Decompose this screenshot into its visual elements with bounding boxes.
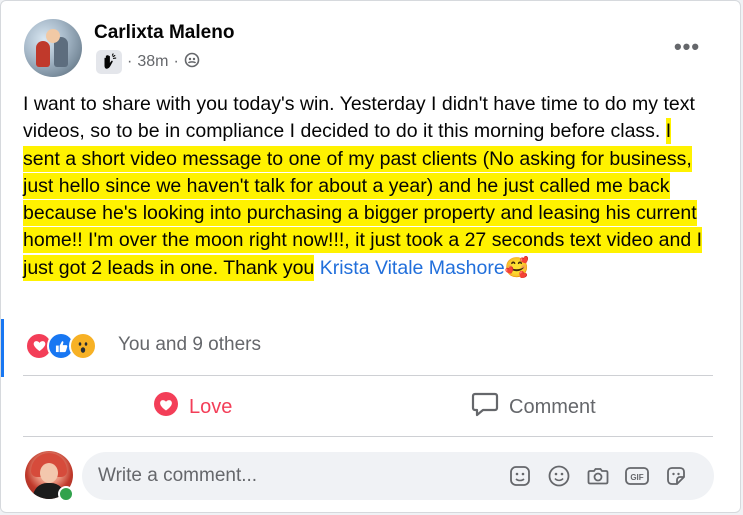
love-icon — [153, 391, 179, 423]
post-card: Carlixta Maleno · 38m · ••• I want to sh… — [0, 0, 741, 513]
avatar-figure — [46, 29, 60, 43]
gif-icon[interactable]: GIF — [623, 463, 650, 489]
sticker-icon[interactable] — [662, 463, 689, 489]
camera-icon[interactable] — [584, 463, 611, 489]
post-meta: · 38m · — [96, 50, 200, 74]
audience-group-icon[interactable] — [184, 52, 200, 73]
avatar-sticker-icon[interactable] — [506, 463, 533, 489]
post-text: I want to share with you today's win. Ye… — [23, 91, 713, 282]
more-horizontal-icon: ••• — [673, 34, 701, 59]
comment-bubble-icon — [471, 391, 499, 423]
divider — [23, 375, 713, 376]
post-time[interactable]: 38m — [137, 53, 168, 71]
reaction-icons[interactable] — [25, 332, 97, 360]
comment-label: Comment — [509, 395, 596, 418]
avatar-face — [40, 463, 58, 483]
comment-button[interactable]: Comment — [471, 385, 596, 429]
online-status-dot — [58, 486, 74, 502]
reaction-summary[interactable]: You and 9 others — [118, 334, 261, 356]
love-label: Love — [189, 395, 233, 418]
wow-reaction-icon — [69, 332, 97, 360]
mention-link[interactable]: Krista Vitale Mashore — [320, 257, 505, 279]
post-text-plain: I want to share with you today's win. Ye… — [23, 93, 695, 143]
avatar-figure — [36, 41, 50, 67]
author-avatar[interactable] — [24, 19, 82, 77]
love-button[interactable]: Love — [153, 385, 232, 429]
divider — [23, 436, 713, 437]
meta-separator: · — [127, 53, 133, 70]
meta-separator: · — [173, 53, 179, 70]
comment-tools: GIF — [506, 463, 689, 489]
smiling-hearts-emoji: 🥰 — [504, 256, 529, 279]
focus-accent-bar — [1, 319, 4, 377]
svg-text:GIF: GIF — [630, 473, 643, 482]
emoji-icon[interactable] — [545, 463, 572, 489]
more-options-button[interactable]: ••• — [665, 31, 709, 63]
author-name[interactable]: Carlixta Maleno — [94, 21, 234, 45]
group-hand-icon[interactable] — [96, 50, 122, 74]
